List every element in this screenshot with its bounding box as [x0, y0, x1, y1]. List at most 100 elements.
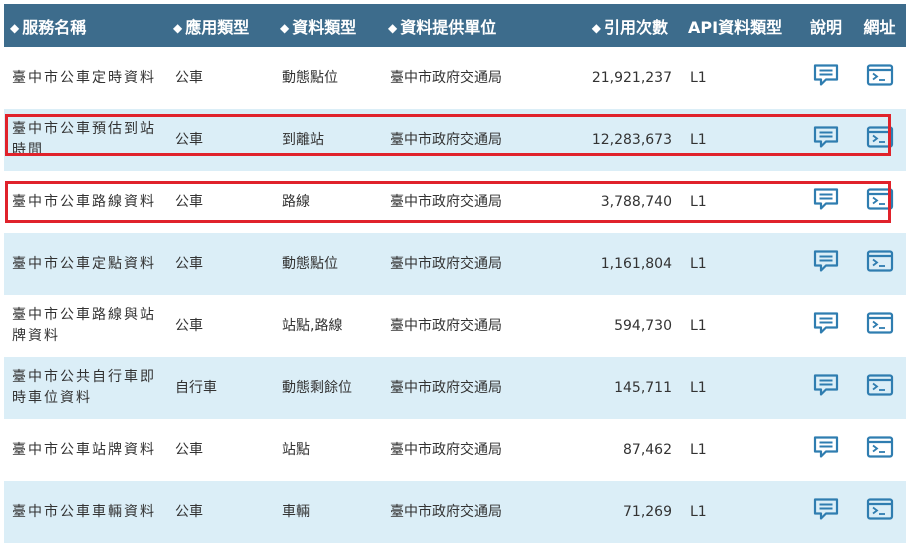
description-cell: [799, 47, 853, 109]
table-row: 臺中市公車定點資料 公車 動態點位 臺中市政府交通局 1,161,804 L1: [4, 233, 906, 295]
url-cell: [853, 171, 906, 233]
api-type-cell: L1: [690, 131, 707, 148]
speech-bubble-icon[interactable]: [812, 497, 840, 521]
citations-cell: 3,788,740: [600, 193, 672, 210]
url-cell: [853, 109, 906, 171]
citations-cell: 21,921,237: [591, 69, 672, 86]
speech-bubble-icon[interactable]: [812, 125, 840, 149]
api-type-cell: L1: [690, 441, 707, 458]
service-name-cell[interactable]: 臺中市公車路線資料: [4, 171, 167, 233]
provider-cell: 臺中市政府交通局: [390, 379, 502, 396]
provider-cell: 臺中市政府交通局: [390, 255, 502, 272]
citations-cell: 145,711: [614, 379, 672, 396]
service-name-cell[interactable]: 臺中市公車站牌資料: [4, 419, 167, 481]
data-type-cell: 車輛: [282, 503, 310, 520]
description-cell: [799, 109, 853, 171]
description-cell: [799, 295, 853, 357]
app-type-cell: 公車: [175, 69, 203, 86]
data-type-cell: 動態點位: [282, 255, 338, 272]
terminal-icon[interactable]: [866, 311, 894, 335]
app-type-cell: 自行車: [175, 379, 217, 396]
description-cell: [799, 419, 853, 481]
table-row: 臺中市公車預估到站時間 公車 到離站 臺中市政府交通局 12,283,673 L…: [4, 109, 906, 171]
terminal-icon[interactable]: [866, 249, 894, 273]
citations-cell: 12,283,673: [591, 131, 672, 148]
description-cell: [799, 481, 853, 543]
column-header-description: 說明: [809, 17, 842, 37]
data-type-cell: 路線: [282, 193, 310, 210]
terminal-icon[interactable]: [866, 63, 894, 87]
terminal-icon[interactable]: [866, 497, 894, 521]
api-type-cell: L1: [690, 193, 707, 210]
app-type-cell: 公車: [175, 131, 203, 148]
app-type-cell: 公車: [175, 193, 203, 210]
service-name-cell[interactable]: 臺中市公車預估到站時間: [4, 109, 167, 171]
speech-bubble-icon[interactable]: [812, 311, 840, 335]
column-header-app-type[interactable]: ◆ 應用類型: [167, 4, 274, 47]
service-name-cell[interactable]: 臺中市公共自行車即時車位資料: [4, 357, 167, 419]
sort-icon[interactable]: ◆: [280, 21, 289, 35]
column-header-api-type: API資料類型: [688, 17, 783, 37]
data-type-cell: 動態點位: [282, 69, 338, 86]
column-header-url: 網址: [863, 17, 896, 37]
url-cell: [853, 419, 906, 481]
service-name-cell[interactable]: 臺中市公車路線與站牌資料: [4, 295, 167, 357]
description-cell: [799, 357, 853, 419]
provider-cell: 臺中市政府交通局: [390, 193, 502, 210]
table-row: 臺中市公共自行車即時車位資料 自行車 動態剩餘位 臺中市政府交通局 145,71…: [4, 357, 906, 419]
table-header-row: ◆ 服務名稱 ◆ 應用類型 ◆ 資料類型 ◆ 資料提供單位 ◆ 引用次數 API資料類型 …: [4, 4, 906, 47]
column-header-data-type[interactable]: ◆ 資料類型: [274, 4, 382, 47]
table-row: 臺中市公車定時資料 公車 動態點位 臺中市政府交通局 21,921,237 L1: [4, 47, 906, 109]
description-cell: [799, 233, 853, 295]
terminal-icon[interactable]: [866, 125, 894, 149]
app-type-cell: 公車: [175, 255, 203, 272]
column-header-name[interactable]: ◆ 服務名稱: [4, 4, 167, 47]
api-service-table: ◆ 服務名稱 ◆ 應用類型 ◆ 資料類型 ◆ 資料提供單位 ◆ 引用次數 API資料類型 …: [4, 4, 906, 543]
terminal-icon[interactable]: [866, 373, 894, 397]
speech-bubble-icon[interactable]: [812, 373, 840, 397]
api-type-cell: L1: [690, 69, 707, 86]
citations-cell: 87,462: [623, 441, 672, 458]
terminal-icon[interactable]: [866, 435, 894, 459]
citations-cell: 71,269: [623, 503, 672, 520]
column-header-citations[interactable]: ◆ 引用次數: [554, 4, 682, 47]
url-cell: [853, 357, 906, 419]
table-row: 臺中市公車路線與站牌資料 公車 站點,路線 臺中市政府交通局 594,730 L…: [4, 295, 906, 357]
sort-icon[interactable]: ◆: [173, 21, 182, 35]
sort-icon[interactable]: ◆: [592, 21, 601, 35]
provider-cell: 臺中市政府交通局: [390, 131, 502, 148]
api-type-cell: L1: [690, 379, 707, 396]
speech-bubble-icon[interactable]: [812, 249, 840, 273]
service-name-cell[interactable]: 臺中市公車定時資料: [4, 47, 167, 109]
data-type-cell: 站點: [282, 441, 310, 458]
sort-icon[interactable]: ◆: [10, 21, 19, 35]
data-type-cell: 站點,路線: [282, 317, 343, 334]
api-type-cell: L1: [690, 503, 707, 520]
column-header-provider[interactable]: ◆ 資料提供單位: [382, 4, 554, 47]
speech-bubble-icon[interactable]: [812, 63, 840, 87]
provider-cell: 臺中市政府交通局: [390, 69, 502, 86]
url-cell: [853, 233, 906, 295]
api-type-cell: L1: [690, 317, 707, 334]
api-type-cell: L1: [690, 255, 707, 272]
description-cell: [799, 171, 853, 233]
app-type-cell: 公車: [175, 441, 203, 458]
provider-cell: 臺中市政府交通局: [390, 317, 502, 334]
table-row: 臺中市公車車輛資料 公車 車輛 臺中市政府交通局 71,269 L1: [4, 481, 906, 543]
provider-cell: 臺中市政府交通局: [390, 503, 502, 520]
service-name-cell[interactable]: 臺中市公車車輛資料: [4, 481, 167, 543]
service-name-cell[interactable]: 臺中市公車定點資料: [4, 233, 167, 295]
data-type-cell: 動態剩餘位: [282, 379, 352, 396]
terminal-icon[interactable]: [866, 187, 894, 211]
data-type-cell: 到離站: [282, 131, 324, 148]
citations-cell: 1,161,804: [600, 255, 672, 272]
sort-icon[interactable]: ◆: [388, 21, 397, 35]
speech-bubble-icon[interactable]: [812, 187, 840, 211]
url-cell: [853, 481, 906, 543]
citations-cell: 594,730: [614, 317, 672, 334]
table-row: 臺中市公車路線資料 公車 路線 臺中市政府交通局 3,788,740 L1: [4, 171, 906, 233]
speech-bubble-icon[interactable]: [812, 435, 840, 459]
url-cell: [853, 47, 906, 109]
app-type-cell: 公車: [175, 317, 203, 334]
provider-cell: 臺中市政府交通局: [390, 441, 502, 458]
